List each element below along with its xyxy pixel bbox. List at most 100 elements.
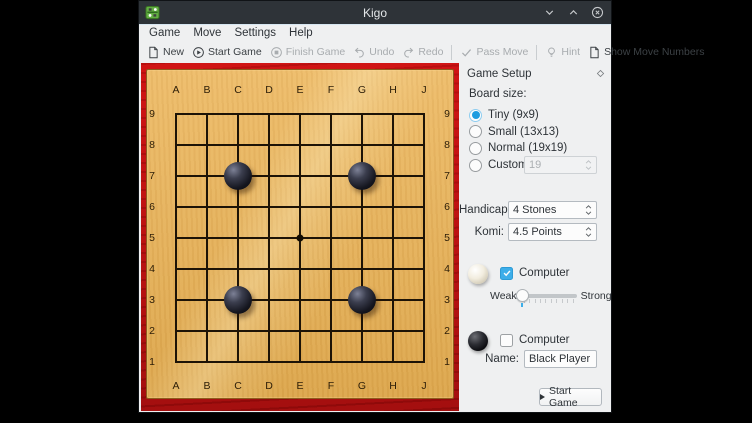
start-game-button[interactable]: Start Game [539, 388, 602, 406]
radio-label: Small (13x13) [488, 126, 559, 138]
spinbox-arrows[interactable] [581, 160, 592, 170]
minimize-button[interactable] [542, 5, 557, 20]
chevron-up-icon [567, 6, 580, 19]
handicap-label: Handicap: [459, 204, 504, 216]
board-grid-line-horizontal [175, 361, 425, 363]
new-document-icon [147, 46, 160, 59]
float-panel-button[interactable] [595, 68, 606, 79]
black-computer-row[interactable]: Computer [500, 332, 570, 348]
spin-up-icon [585, 205, 592, 209]
strength-slider[interactable] [521, 289, 577, 303]
toolbar-button-label: Finish Game [286, 46, 346, 58]
white-computer-checkbox[interactable] [500, 267, 513, 280]
toolbar-separator [536, 45, 537, 60]
menubar: GameMoveSettingsHelp [139, 24, 611, 41]
hoshi-point-e5[interactable] [297, 235, 304, 242]
white-stone-avatar [468, 264, 488, 284]
kigo-app-icon [145, 5, 160, 20]
toolbar-separator [451, 45, 452, 60]
toolbar-start-game-button[interactable]: Start Game [188, 44, 266, 61]
black-stone-g3[interactable] [348, 286, 376, 314]
chevron-down-icon [543, 6, 556, 19]
name-label: Name: [459, 353, 519, 365]
toolbar-button-label: New [163, 46, 184, 58]
board-grid-line-horizontal [175, 330, 425, 332]
toolbar-redo-button[interactable]: Redo [398, 44, 447, 61]
name-field-value: Black Player [529, 353, 590, 365]
spinbox-arrows[interactable] [581, 205, 592, 215]
move-numbers-icon [588, 46, 601, 59]
hint-bulb-icon [545, 46, 558, 59]
radio-circle[interactable] [469, 109, 482, 122]
toolbar-button-label: Pass Move [476, 46, 528, 58]
black-stone-c7[interactable] [224, 162, 252, 190]
komi-label: Komi: [459, 226, 504, 238]
spinbox-value: 4 Stones [513, 204, 556, 216]
board-grid-line-vertical [392, 113, 394, 363]
black-computer-checkbox[interactable] [500, 334, 513, 347]
radio-custom[interactable]: Custom: [469, 157, 531, 173]
board-grid-line-vertical [423, 113, 425, 363]
spinbox-value: 4.5 Points [513, 226, 562, 238]
redo-icon [402, 46, 415, 59]
toolbar-button-label: Undo [369, 46, 394, 58]
radio-label: Tiny (9x9) [488, 109, 539, 121]
play-icon [540, 394, 545, 400]
menu-move[interactable]: Move [187, 26, 227, 40]
toolbar-undo-button[interactable]: Undo [349, 44, 398, 61]
toolbar-hint-button[interactable]: Hint [541, 44, 584, 61]
board-grid-line-horizontal [175, 268, 425, 270]
slider-min-label: Weak [490, 290, 517, 302]
window-title: Kigo [139, 6, 611, 20]
toolbar-show-move-numbers-button[interactable]: Show Move Numbers [584, 44, 708, 61]
spin-down-icon [585, 233, 592, 237]
radio-circle[interactable] [469, 159, 482, 172]
toolbar-button-label: Hint [561, 46, 580, 58]
radio-normal-19x19[interactable]: Normal (19x19) [469, 140, 567, 156]
menu-game[interactable]: Game [143, 26, 186, 40]
stop-circle-icon [270, 46, 283, 59]
undo-icon [353, 46, 366, 59]
black-stone-g7[interactable] [348, 162, 376, 190]
content: AABBCCDDEEFFGGHHJJ998877665544332211 Gam… [139, 63, 611, 412]
slider-track[interactable] [521, 294, 577, 298]
toolbar-pass-move-button[interactable]: Pass Move [456, 44, 532, 61]
radio-small-13x13[interactable]: Small (13x13) [469, 124, 559, 140]
white-computer-label: Computer [519, 267, 570, 279]
toolbar-button-label: Redo [418, 46, 443, 58]
spin-up-icon [585, 160, 592, 164]
titlebar: Kigo [139, 1, 611, 24]
custom-size-spinbox[interactable]: 19 [524, 156, 597, 174]
black-stone-c3[interactable] [224, 286, 252, 314]
spinbox-arrows[interactable] [581, 227, 592, 237]
panel-title: Game Setup [467, 68, 532, 80]
spin-down-icon [585, 211, 592, 215]
strength-slider-row: Weak Strong [490, 289, 612, 303]
black-name-field[interactable]: Black Player [524, 350, 597, 368]
spinbox-value: 19 [529, 159, 541, 171]
toolbar-button-label: Start Game [208, 46, 262, 58]
radio-circle[interactable] [469, 125, 482, 138]
menu-help[interactable]: Help [283, 26, 319, 40]
toolbar-finish-game-button[interactable]: Finish Game [266, 44, 350, 61]
white-computer-row[interactable]: Computer [500, 265, 570, 281]
start-game-label: Start Game [549, 385, 601, 409]
toolbar-button-label: Show Move Numbers [604, 46, 704, 58]
board-grid-line-vertical [330, 113, 332, 363]
board-grid-line-vertical [361, 113, 363, 363]
slider-handle[interactable] [516, 289, 529, 302]
menu-settings[interactable]: Settings [228, 26, 282, 40]
board-grid-line-horizontal [175, 299, 425, 301]
handicap-spinbox[interactable]: 4 Stones [508, 201, 597, 219]
toolbar-new-button[interactable]: New [143, 44, 188, 61]
game-setup-panel: Game Setup Board size: Tiny (9x9)Small (… [459, 63, 611, 412]
kigo-window: Kigo GameMoveSettingsHelp New Start Game F… [138, 0, 612, 413]
close-button[interactable] [590, 5, 605, 20]
maximize-button[interactable] [566, 5, 581, 20]
slider-ticks [524, 299, 574, 303]
komi-spinbox[interactable]: 4.5 Points [508, 223, 597, 241]
radio-tiny-9x9[interactable]: Tiny (9x9) [469, 107, 539, 123]
radio-label: Normal (19x19) [488, 142, 567, 154]
radio-circle[interactable] [469, 142, 482, 155]
play-circle-icon [192, 46, 205, 59]
